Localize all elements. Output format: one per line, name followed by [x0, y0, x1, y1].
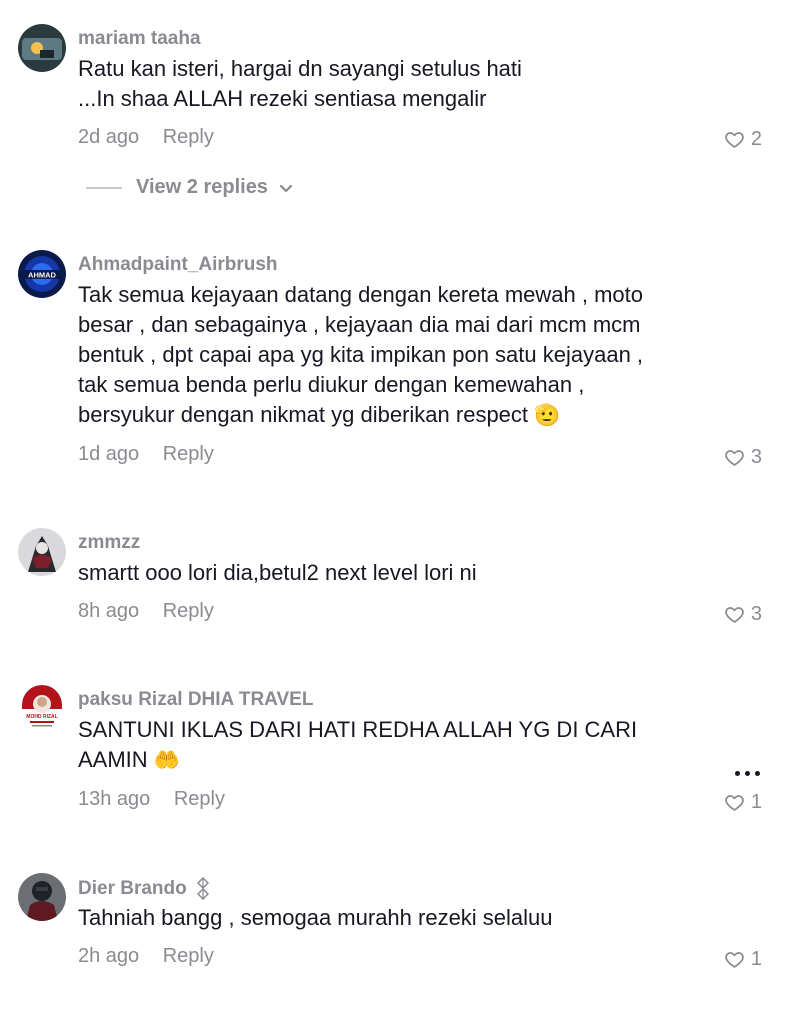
comment-text-line: ...In shaa ALLAH rezeki sentiasa mengali… — [78, 86, 487, 111]
view-replies-label: View 2 replies — [136, 176, 268, 198]
comment-text: SANTUNI IKLAS DARI HATI REDHA ALLAH YG D… — [78, 715, 718, 775]
more-horizontal-icon — [755, 771, 760, 776]
comment-text-line: SANTUNI IKLAS DARI HATI REDHA ALLAH YG D… — [78, 717, 638, 742]
reply-button[interactable]: Reply — [163, 600, 214, 622]
palms-up-emoji: 🤲 — [153, 748, 180, 772]
comment-username[interactable]: Dier Brando — [78, 877, 210, 901]
comment-username[interactable]: mariam taaha — [78, 28, 201, 50]
avatar[interactable] — [18, 24, 66, 72]
avatar[interactable]: AHMAD — [18, 250, 66, 298]
more-options-button[interactable] — [735, 771, 760, 776]
comment-text: Tak semua kejayaan datang dengan kereta … — [78, 280, 718, 430]
like-count: 3 — [750, 603, 762, 625]
comment-text-line: bersyukur dengan nikmat yg diberikan res… — [78, 400, 718, 430]
more-horizontal-icon — [735, 771, 740, 776]
avatar[interactable] — [18, 528, 66, 576]
heart-outline-icon — [725, 795, 744, 811]
comment-text-line: Ratu kan isteri, hargai dn sayangi setul… — [78, 56, 522, 81]
comment-text-fragment: bersyukur dengan nikmat yg diberikan res… — [78, 402, 529, 427]
comment-username[interactable]: zmmzz — [78, 532, 140, 554]
comment-item: MOHD RIZAL paksu Rizal DHIA TRAVEL SANTU… — [0, 685, 790, 825]
avatar-logo-text: MOHD RIZAL — [26, 714, 57, 720]
heart-outline-icon — [725, 450, 744, 466]
comment-meta: 1d ago Reply — [78, 443, 214, 466]
like-count: 3 — [750, 446, 762, 468]
comment-timestamp: 1d ago — [78, 443, 140, 465]
reply-button[interactable]: Reply — [163, 126, 214, 148]
comment-text: smartt ooo lori dia,betul2 next level lo… — [78, 558, 718, 588]
comment-text-line: smartt ooo lori dia,betul2 next level lo… — [78, 560, 477, 585]
avatar[interactable]: MOHD RIZAL — [18, 685, 66, 733]
more-horizontal-icon — [745, 771, 750, 776]
comment-username-text: Dier Brando — [78, 878, 187, 900]
saluting-face-emoji: 🫡 — [534, 403, 561, 427]
comment-timestamp: 13h ago — [78, 788, 151, 810]
comment-text-line: besar , dan sebagainya , kejayaan dia ma… — [78, 312, 641, 337]
comment-text: Ratu kan isteri, hargai dn sayangi setul… — [78, 54, 718, 114]
like-button[interactable]: 1 — [724, 948, 762, 971]
comment-text-line: Tak semua kejayaan datang dengan kereta … — [78, 282, 644, 307]
avatar[interactable] — [18, 873, 66, 921]
comment-username[interactable]: paksu Rizal DHIA TRAVEL — [78, 689, 313, 711]
comment-timestamp: 8h ago — [78, 600, 140, 622]
comment-item: AHMAD Ahmadpaint_Airbrush Tak semua keja… — [0, 250, 790, 480]
like-button[interactable]: 1 — [724, 791, 762, 814]
comment-text-line: tak semua benda perlu diukur dengan keme… — [78, 372, 585, 397]
view-replies-button[interactable]: View 2 replies — [86, 176, 294, 199]
comment-item: Dier Brando Tahniah bangg , semogaa mura… — [0, 873, 790, 983]
comment-username[interactable]: Ahmadpaint_Airbrush — [78, 254, 278, 276]
like-count: 2 — [750, 128, 762, 150]
comment-item: mariam taaha Ratu kan isteri, hargai dn … — [0, 24, 790, 224]
avatar-logo-text: AHMAD — [28, 271, 56, 280]
comment-meta: 13h ago Reply — [78, 788, 225, 811]
comment-meta: 2d ago Reply — [78, 126, 214, 149]
comment-timestamp: 2d ago — [78, 126, 140, 148]
like-button[interactable]: 2 — [724, 128, 762, 151]
chevron-down-icon — [279, 184, 293, 192]
reply-button[interactable]: Reply — [163, 945, 214, 967]
comments-list: mariam taaha Ratu kan isteri, hargai dn … — [0, 0, 790, 1010]
like-button[interactable]: 3 — [724, 603, 762, 626]
like-count: 1 — [750, 948, 762, 970]
heart-outline-icon — [725, 132, 744, 148]
comment-text-line: AAMIN 🤲 — [78, 745, 718, 775]
comment-text: Tahniah bangg , semogaa murahh rezeki se… — [78, 903, 718, 933]
comment-text-line: bentuk , dpt capai apa yg kita impikan p… — [78, 342, 644, 367]
comment-meta: 8h ago Reply — [78, 600, 214, 623]
comment-text-fragment: AAMIN — [78, 747, 148, 772]
comment-item: zmmzz smartt ooo lori dia,betul2 next le… — [0, 528, 790, 638]
reply-button[interactable]: Reply — [163, 443, 214, 465]
like-button[interactable]: 3 — [724, 446, 762, 469]
creator-badge-icon — [196, 877, 210, 901]
reply-button[interactable]: Reply — [174, 788, 225, 810]
comment-text-line: Tahniah bangg , semogaa murahh rezeki se… — [78, 905, 553, 930]
heart-outline-icon — [725, 952, 744, 968]
comment-timestamp: 2h ago — [78, 945, 140, 967]
comment-meta: 2h ago Reply — [78, 945, 214, 968]
like-count: 1 — [750, 791, 762, 813]
divider — [86, 186, 122, 189]
heart-outline-icon — [725, 607, 744, 623]
